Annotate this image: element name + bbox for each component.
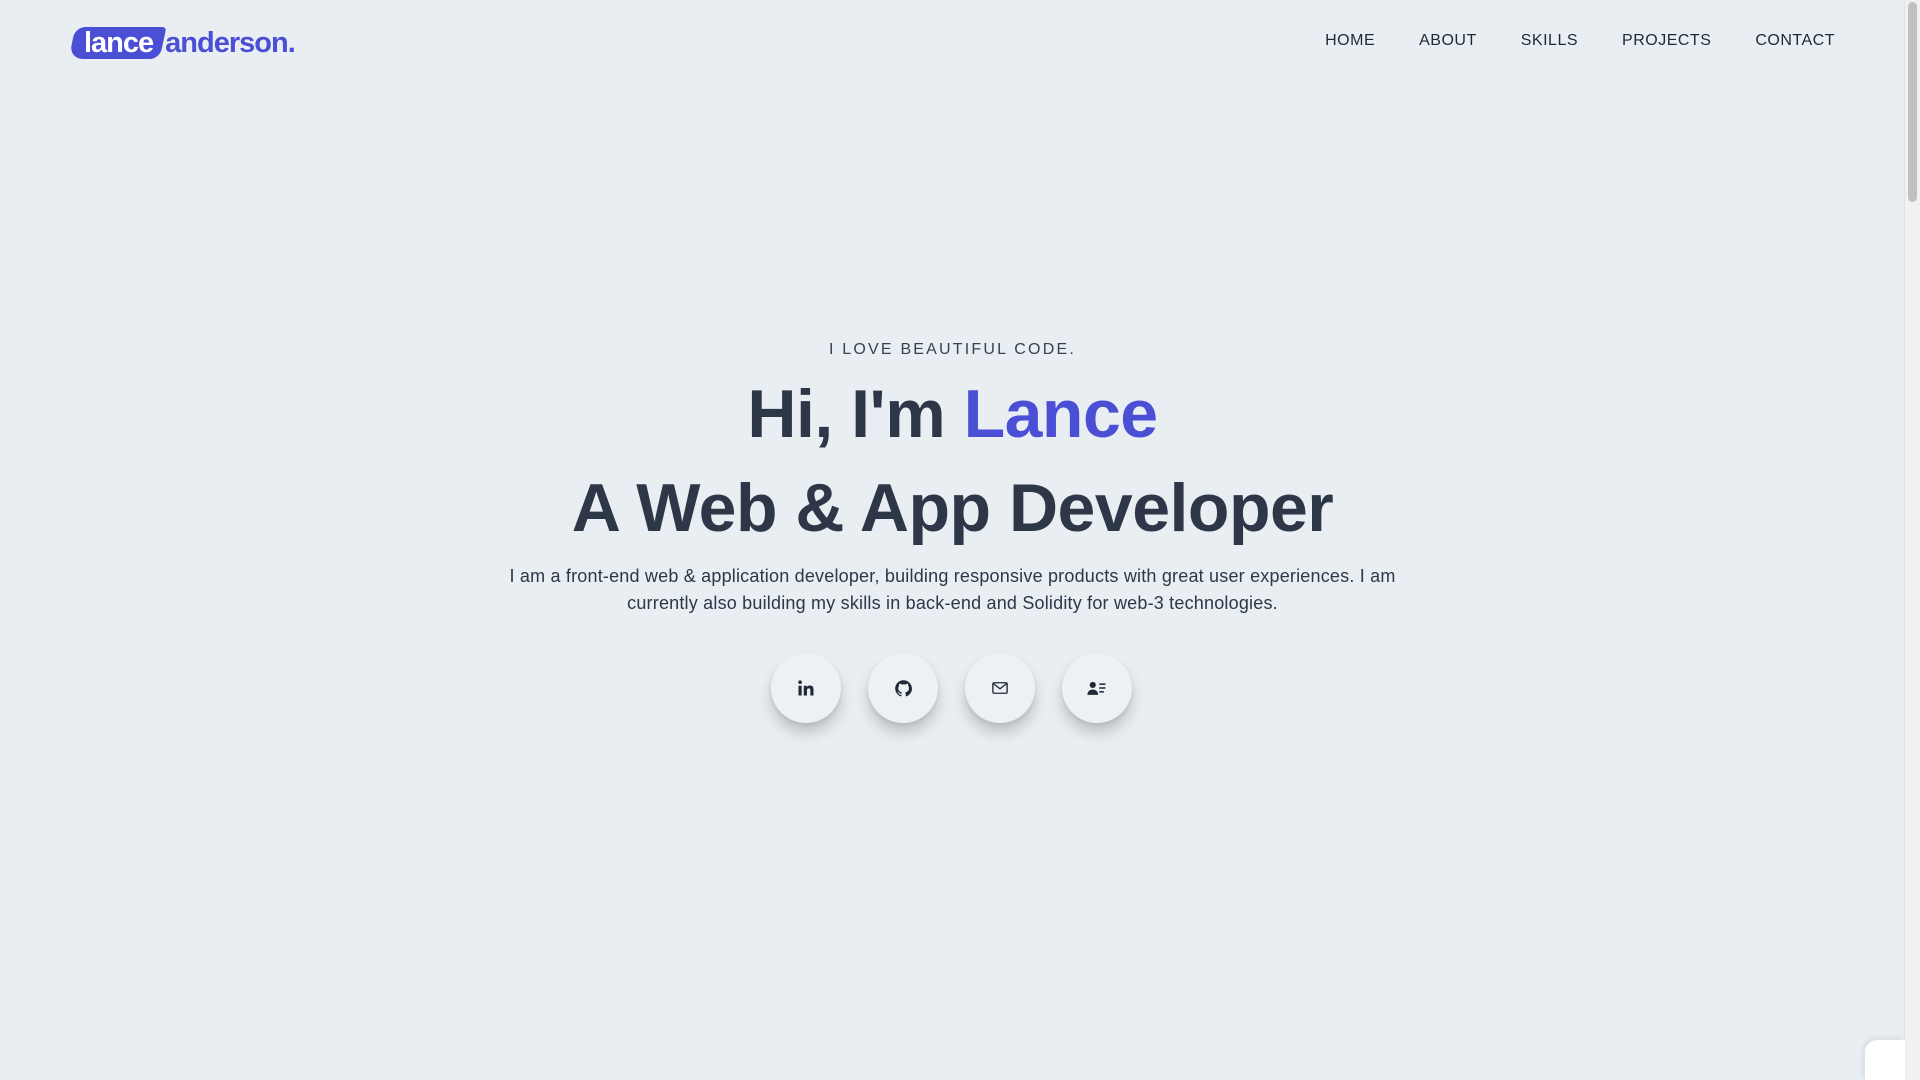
social-links [771, 653, 1132, 723]
github-icon [894, 679, 913, 698]
logo-badge: lance [72, 27, 163, 59]
main-nav: HOME ABOUT SKILLS PROJECTS CONTACT [1325, 32, 1835, 50]
corner-widget[interactable] [1865, 1040, 1905, 1080]
logo[interactable]: lance anderson. [72, 26, 296, 60]
resume-button[interactable] [1062, 653, 1132, 723]
email-button[interactable] [965, 653, 1035, 723]
hero-role: A Web & App Developer [571, 470, 1334, 546]
github-button[interactable] [868, 653, 938, 723]
greeting-text: Hi, I'm [747, 376, 964, 452]
nav-about[interactable]: ABOUT [1419, 32, 1477, 50]
vertical-scrollbar[interactable] [1904, 0, 1920, 1080]
logo-last-name: anderson. [165, 27, 296, 59]
nav-skills[interactable]: SKILLS [1521, 32, 1578, 50]
linkedin-button[interactable] [771, 653, 841, 723]
hero-eyebrow: I LOVE BEAUTIFUL CODE. [829, 341, 1076, 358]
resume-icon [1087, 679, 1107, 697]
mail-icon [991, 679, 1009, 697]
nav-projects[interactable]: PROJECTS [1622, 32, 1711, 50]
logo-first-name: lance [84, 27, 154, 59]
nav-home[interactable]: HOME [1325, 32, 1375, 50]
site-header: lance anderson. HOME ABOUT SKILLS PROJEC… [0, 0, 1905, 90]
hero-bio: I am a front-end web & application devel… [509, 566, 1396, 613]
hero-greeting: Hi, I'm Lance [0, 372, 1905, 456]
page: lance anderson. HOME ABOUT SKILLS PROJEC… [0, 0, 1920, 1080]
linkedin-icon [797, 679, 815, 697]
scrollbar-thumb[interactable] [1908, 2, 1917, 202]
nav-contact[interactable]: CONTACT [1755, 32, 1835, 50]
hero-name: Lance [963, 376, 1159, 452]
